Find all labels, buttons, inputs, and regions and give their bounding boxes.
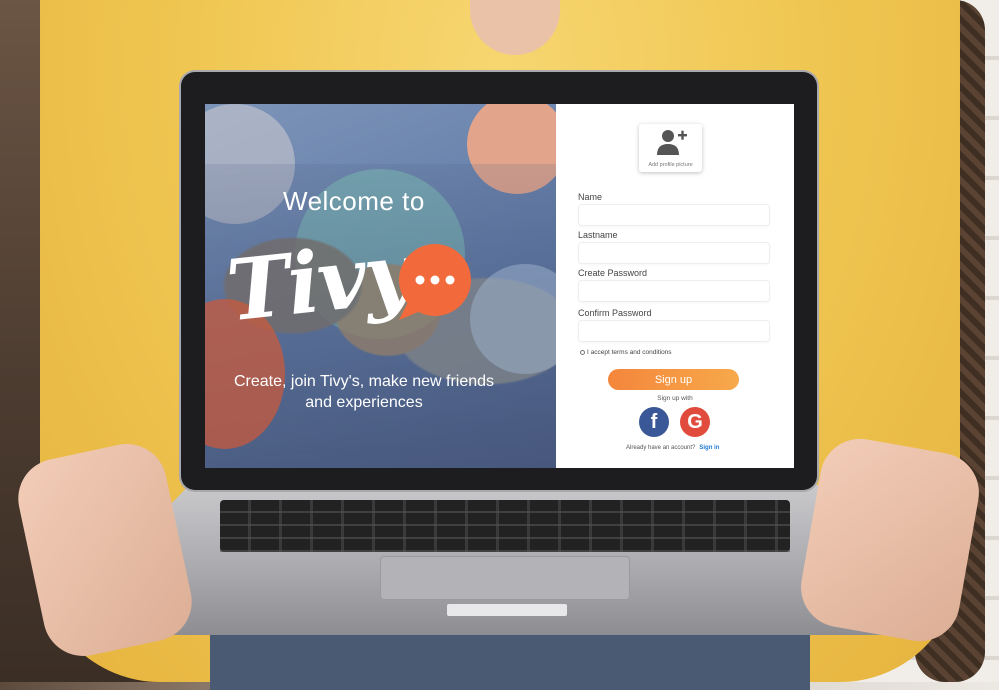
confirm-password-label: Confirm Password — [578, 308, 652, 318]
avatar-caption: Add profile picture — [648, 162, 693, 168]
create-password-field[interactable] — [578, 280, 770, 302]
add-user-icon — [656, 130, 687, 155]
google-signup-button[interactable]: G — [680, 407, 710, 437]
terms-row: I accept terms and conditions — [580, 349, 672, 356]
welcome-text: Welcome to — [283, 186, 425, 216]
terms-label: I accept terms and conditions — [587, 349, 672, 356]
lastname-label: Lastname — [578, 230, 618, 240]
confirm-password-field[interactable] — [578, 320, 770, 342]
have-account-row: Already have an account? Sign in — [626, 445, 719, 451]
facebook-signup-button[interactable]: f — [639, 407, 669, 437]
right-hand — [794, 432, 986, 648]
signin-link[interactable]: Sign in — [699, 445, 719, 451]
name-label: Name — [578, 192, 603, 202]
create-password-label: Create Password — [578, 268, 648, 278]
tagline: Create, join Tivy's, make new friends an… — [205, 371, 509, 413]
signup-button[interactable]: Sign up — [608, 369, 739, 390]
google-icon: G — [687, 411, 703, 433]
add-profile-picture-button[interactable]: Add profile picture — [639, 124, 702, 172]
brand-logo: Tivy — [222, 222, 416, 341]
tagline-line2: and experiences — [305, 394, 423, 411]
laptop-screen: Welcome to Tivy Create, join Tivy's, mak… — [205, 104, 794, 468]
signup-with-label: Sign up with — [657, 395, 693, 402]
laptop-trackpad — [380, 556, 630, 600]
signup-form: Add profile picture Name Lastname Create… — [556, 104, 794, 468]
chat-bubble-icon — [399, 244, 471, 320]
laptop-notch — [447, 604, 567, 616]
lastname-field[interactable] — [578, 242, 770, 264]
hero-panel: Welcome to Tivy Create, join Tivy's, mak… — [205, 104, 556, 468]
laptop-keyboard — [220, 500, 790, 552]
facebook-icon: f — [650, 411, 658, 433]
tagline-line1: Create, join Tivy's, make new friends — [233, 373, 495, 390]
name-field[interactable] — [578, 204, 770, 226]
have-account-text: Already have an account? — [626, 445, 696, 451]
terms-checkbox[interactable] — [580, 349, 585, 355]
